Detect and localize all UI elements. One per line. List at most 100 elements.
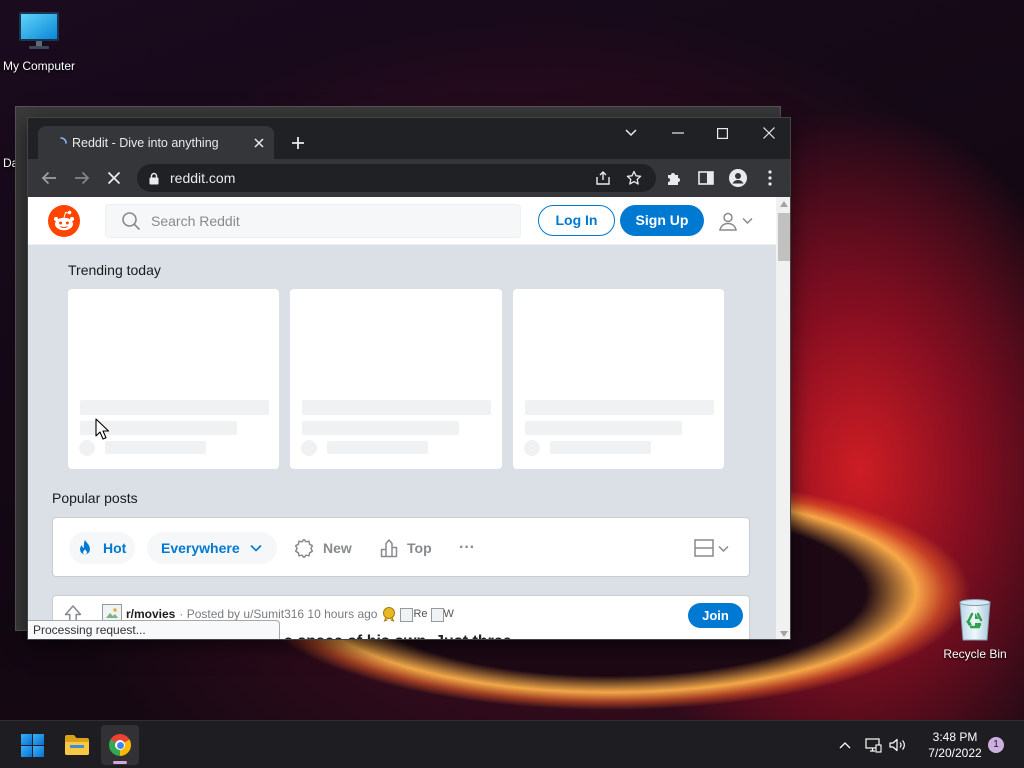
active-app-indicator: [113, 761, 127, 764]
page-viewport: Search Reddit Log In Sign Up Trending to…: [28, 197, 776, 639]
forward-button[interactable]: [68, 164, 96, 192]
user-menu-button[interactable]: [716, 209, 760, 233]
clock[interactable]: 3:48 PM 7/20/2022: [918, 729, 992, 761]
minimize-button[interactable]: [655, 118, 700, 148]
award-icon: [383, 607, 396, 622]
chevron-down-icon: [250, 544, 262, 552]
back-arrow-icon: [41, 171, 56, 185]
windows-start-icon: [20, 733, 44, 757]
skeleton-bar: [302, 421, 459, 435]
skeleton-bar: [105, 441, 206, 454]
layout-toggle-button[interactable]: [691, 534, 735, 562]
stop-loading-button[interactable]: [100, 164, 128, 192]
award-image: Re: [400, 606, 428, 622]
close-icon: [762, 127, 775, 139]
desktop-icon-my-computer[interactable]: My Computer: [0, 8, 80, 76]
sort-hot-label: Hot: [103, 540, 127, 556]
window-close-button[interactable]: [746, 118, 790, 148]
maximize-button[interactable]: [700, 118, 745, 148]
tab-close-button[interactable]: [251, 135, 267, 151]
top-chart-icon: [380, 539, 398, 558]
skeleton-bar: [302, 400, 491, 415]
sort-new-button[interactable]: New: [290, 532, 362, 564]
page-scrollbar[interactable]: [776, 197, 790, 639]
reddit-logo-icon: [48, 205, 80, 237]
tab-reddit[interactable]: Reddit - Dive into anything: [38, 126, 274, 159]
reddit-home-link[interactable]: [48, 205, 80, 237]
skeleton-avatar: [524, 440, 540, 456]
sort-hot-button[interactable]: Hot: [69, 532, 135, 564]
chrome-icon: [109, 734, 131, 756]
browser-window: Reddit - Dive into anything reddit.com S…: [27, 117, 791, 640]
mouse-cursor-icon: [95, 418, 109, 440]
trending-card[interactable]: [513, 289, 724, 469]
chevron-down-icon: [718, 545, 729, 553]
skeleton-bar: [550, 441, 651, 454]
skeleton-avatar: [301, 440, 317, 456]
back-button[interactable]: [35, 164, 63, 192]
trending-card[interactable]: [68, 289, 279, 469]
desktop-icon-label: My Computer: [2, 59, 76, 73]
extensions-button[interactable]: [660, 164, 688, 192]
start-button[interactable]: [11, 725, 53, 765]
folder-icon: [65, 735, 89, 755]
monitor-icon: [19, 12, 59, 49]
location-dropdown[interactable]: Everywhere: [147, 532, 277, 564]
network-button[interactable]: [861, 725, 885, 765]
signup-button[interactable]: Sign Up: [620, 205, 704, 236]
loading-spinner-icon: [60, 137, 67, 144]
taskbar-chrome[interactable]: [101, 725, 139, 765]
taskbar-file-explorer[interactable]: [56, 725, 98, 765]
login-button[interactable]: Log In: [538, 205, 615, 236]
forward-arrow-icon: [75, 171, 90, 185]
skeleton-bar: [327, 441, 428, 454]
join-button[interactable]: Join: [688, 603, 743, 628]
network-icon: [864, 737, 882, 753]
clock-time: 3:48 PM: [932, 730, 978, 744]
lock-icon: [149, 172, 159, 185]
skeleton-bar: [525, 421, 682, 435]
post-title[interactable]: a space of his own. Just three: [284, 632, 512, 639]
side-panel-icon: [698, 171, 714, 185]
chevron-up-icon: [839, 742, 851, 749]
address-bar-url: reddit.com: [170, 170, 236, 186]
clock-date: 7/20/2022: [928, 746, 982, 760]
user-icon: [719, 212, 737, 231]
puzzle-icon: [668, 173, 680, 185]
side-panel-button[interactable]: [692, 164, 720, 192]
flame-icon: [80, 539, 90, 555]
search-icon: [122, 212, 141, 231]
browser-toolbar: reddit.com: [28, 159, 790, 197]
share-icon: [596, 171, 610, 185]
skeleton-bar: [80, 400, 269, 415]
sort-top-button[interactable]: Top: [375, 532, 439, 564]
trending-title: Trending today: [68, 262, 161, 278]
scroll-up-arrow-icon[interactable]: [780, 201, 788, 207]
tab-search-button[interactable]: [617, 118, 645, 148]
sort-new-label: New: [323, 540, 352, 556]
search-input[interactable]: Search Reddit: [105, 204, 521, 238]
card-layout-icon: [694, 539, 714, 557]
stop-icon: [107, 171, 121, 185]
more-options-button[interactable]: ···: [456, 532, 478, 564]
kebab-menu-icon: [768, 170, 772, 186]
notification-badge[interactable]: 1: [988, 737, 1004, 753]
new-tab-button[interactable]: [284, 129, 312, 157]
scrollbar-thumb[interactable]: [778, 213, 790, 261]
sort-top-label: Top: [407, 540, 432, 556]
search-placeholder: Search Reddit: [151, 213, 240, 229]
address-bar[interactable]: reddit.com: [137, 164, 656, 192]
show-hidden-icons-button[interactable]: [833, 725, 857, 765]
profile-button[interactable]: [724, 164, 752, 192]
close-icon: [254, 138, 264, 148]
browser-menu-button[interactable]: [756, 164, 784, 192]
status-bubble: Processing request...: [28, 620, 280, 639]
desktop-icon-recycle-bin[interactable]: Recycle Bin: [935, 594, 1015, 664]
scroll-down-arrow-icon[interactable]: [780, 631, 788, 637]
trending-card[interactable]: [290, 289, 502, 469]
bookmark-button[interactable]: [623, 166, 645, 190]
burst-icon: [294, 538, 314, 558]
share-button[interactable]: [592, 166, 614, 190]
minimize-icon: [671, 132, 684, 134]
volume-button[interactable]: [886, 725, 910, 765]
